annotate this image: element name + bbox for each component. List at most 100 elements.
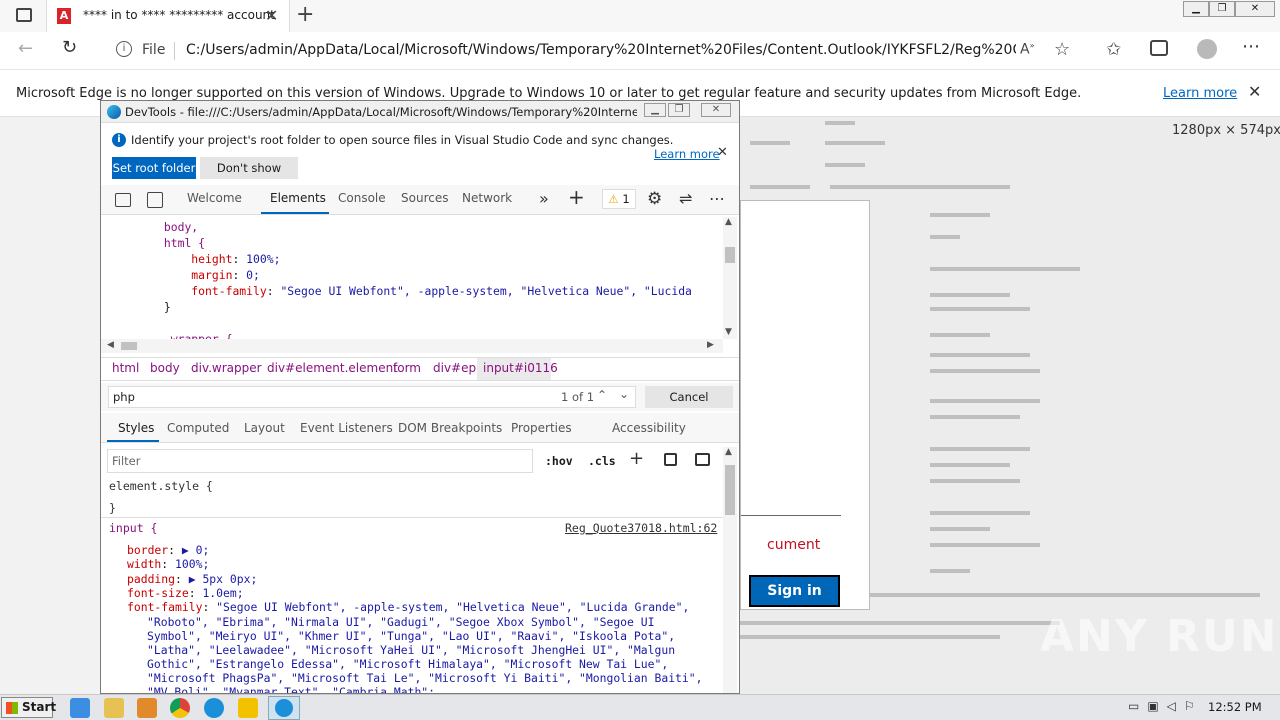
url-scheme: File <box>142 42 166 58</box>
crumb-ep[interactable]: div#ep <box>433 361 476 375</box>
collections-icon[interactable] <box>1150 40 1168 56</box>
document-link[interactable]: cument <box>767 537 820 553</box>
scroll-left-icon[interactable]: ◀ <box>107 340 114 350</box>
devtools-restore-button[interactable]: ❐ <box>668 103 690 117</box>
ie-icon[interactable] <box>70 698 90 718</box>
tab-actions-icon[interactable] <box>16 8 32 22</box>
hov-button[interactable]: :hov <box>545 454 573 468</box>
search-count: 1 of 1 <box>561 390 595 404</box>
read-aloud-icon[interactable]: A» <box>1020 41 1034 58</box>
devtools-more-icon[interactable]: ⋯ <box>709 189 725 208</box>
search-input[interactable]: php 1 of 1 ⌃ ⌄ <box>108 386 636 408</box>
edge-icon[interactable] <box>204 698 224 718</box>
search-cancel-button[interactable]: Cancel <box>645 386 733 408</box>
style-property[interactable]: border: ▶ 0; <box>127 543 209 557</box>
remote-devices-icon[interactable]: ⇌ <box>679 189 692 208</box>
notice-learn-more-link[interactable]: Learn more <box>654 147 720 161</box>
styles-scrollbar[interactable]: ▲ <box>723 447 737 693</box>
subtab-dom-breakpoints[interactable]: DOM Breakpoints <box>398 421 502 435</box>
dont-show-again-button[interactable]: Don't show again <box>200 157 298 197</box>
browser-tab[interactable]: A **** in to **** ********* account ✕ <box>46 0 290 32</box>
subtab-accessibility[interactable]: Accessibility <box>612 421 686 435</box>
crumb-html[interactable]: html <box>112 361 139 375</box>
style-value-continuation: "MV Boli", "Myanmar Text", "Cambria Math… <box>147 684 436 694</box>
crumb-element[interactable]: div#element.element <box>267 361 398 375</box>
restore-button[interactable]: ❐ <box>1209 1 1235 17</box>
styles-scroll-up-icon[interactable]: ▲ <box>725 447 732 457</box>
more-menu-icon[interactable]: ⋯ <box>1242 36 1260 57</box>
style-property[interactable]: width: 100%; <box>127 557 209 571</box>
url-field[interactable]: i File C:/Users/admin/AppData/Local/Micr… <box>104 36 1080 66</box>
subtab-styles[interactable]: Styles <box>118 421 154 435</box>
inspect-element-icon[interactable] <box>115 193 131 207</box>
element-state-icon[interactable] <box>664 453 677 466</box>
infobar-close-icon[interactable]: ✕ <box>1248 82 1261 101</box>
tab-network[interactable]: Network <box>462 191 512 205</box>
more-tabs-icon[interactable]: » <box>539 189 549 208</box>
toggle-sidebar-icon[interactable] <box>695 453 710 466</box>
crumb-input[interactable]: input#i0116 <box>483 361 558 375</box>
search-prev-icon[interactable]: ⌃ <box>597 388 607 402</box>
subtab-properties[interactable]: Properties <box>511 421 572 435</box>
h-scroll-thumb[interactable] <box>121 342 137 350</box>
infobar-learn-more-link[interactable]: Learn more <box>1163 86 1237 101</box>
search-next-icon[interactable]: ⌄ <box>619 387 629 401</box>
style-property[interactable]: padding: ▶ 5px 0px; <box>127 572 257 586</box>
devtools-title: DevTools - file:///C:/Users/admin/AppDat… <box>125 105 637 119</box>
minimize-button[interactable]: ▁ <box>1183 1 1209 17</box>
style-value-continuation: "Latha", "Leelawadee", "Microsoft YaHei … <box>147 642 676 657</box>
device-toolbar-icon[interactable] <box>147 192 163 208</box>
notice-close-icon[interactable]: ✕ <box>717 145 728 160</box>
start-button[interactable]: Start <box>1 697 56 718</box>
settings-gear-icon[interactable]: ⚙ <box>647 189 662 209</box>
favorites-icon[interactable]: ✩ <box>1106 39 1121 60</box>
new-tab-icon[interactable]: + <box>296 2 314 27</box>
scroll-up-icon[interactable]: ▲ <box>725 217 732 227</box>
active-edge-task[interactable] <box>268 696 300 720</box>
explorer-icon[interactable] <box>104 698 124 718</box>
dom-vertical-scrollbar[interactable]: ▲ ▼ <box>723 217 737 339</box>
subtab-computed[interactable]: Computed <box>167 421 229 435</box>
tab-console[interactable]: Console <box>338 191 386 205</box>
set-root-label: Set root folder <box>112 161 196 175</box>
norton-icon[interactable] <box>238 698 258 718</box>
close-tab-icon[interactable]: ✕ <box>265 6 278 25</box>
refresh-icon[interactable]: ↻ <box>62 37 77 58</box>
styles-scroll-thumb[interactable] <box>725 465 735 515</box>
scroll-right-icon[interactable]: ▶ <box>707 340 714 350</box>
set-root-folder-button[interactable]: Set root folder <box>112 157 196 179</box>
chrome-icon[interactable] <box>170 698 190 718</box>
subtab-layout[interactable]: Layout <box>244 421 285 435</box>
back-icon[interactable]: ← <box>18 38 33 59</box>
dom-horizontal-scrollbar[interactable]: ◀ ▶ <box>101 339 723 353</box>
scroll-thumb[interactable] <box>725 247 735 263</box>
cls-button[interactable]: .cls <box>588 454 616 468</box>
scroll-down-icon[interactable]: ▼ <box>725 327 732 337</box>
tab-elements[interactable]: Elements <box>270 191 326 205</box>
new-style-rule-icon[interactable]: + <box>629 448 644 469</box>
styles-filter-input[interactable]: Filter <box>107 449 533 473</box>
subtab-event-listeners[interactable]: Event Listeners <box>300 421 393 435</box>
tab-strip: A **** in to **** ********* account ✕ + … <box>0 0 1280 32</box>
devtools-close-button[interactable]: ✕ <box>701 103 731 117</box>
sign-in-button[interactable]: Sign in <box>749 575 840 607</box>
info-icon[interactable]: i <box>116 41 132 57</box>
crumb-body[interactable]: body <box>150 361 180 375</box>
style-property[interactable]: font-size: 1.0em; <box>127 586 244 600</box>
tray-icons[interactable]: ▭▣◁⚐ <box>1128 699 1203 713</box>
crumb-wrapper[interactable]: div.wrapper <box>191 361 262 375</box>
issues-badge[interactable]: ⚠ 1 <box>602 189 636 209</box>
devtools-minimize-button[interactable]: ▁ <box>644 103 666 117</box>
add-favorite-icon[interactable]: ☆ <box>1054 39 1070 60</box>
tab-sources[interactable]: Sources <box>401 191 448 205</box>
add-tab-icon[interactable]: + <box>568 185 585 209</box>
profile-avatar[interactable] <box>1197 39 1217 59</box>
crumb-form[interactable]: form <box>393 361 421 375</box>
tab-welcome[interactable]: Welcome <box>187 191 242 205</box>
style-property[interactable]: font-family: "Segoe UI Webfont", -apple-… <box>127 600 689 614</box>
media-player-icon[interactable] <box>137 698 157 718</box>
subtab-styles-underline <box>107 440 159 442</box>
rule-source-link[interactable]: Reg_Quote37018.html:62 <box>565 521 717 535</box>
windows-logo-icon <box>6 702 18 714</box>
close-window-button[interactable]: ✕ <box>1235 1 1275 17</box>
